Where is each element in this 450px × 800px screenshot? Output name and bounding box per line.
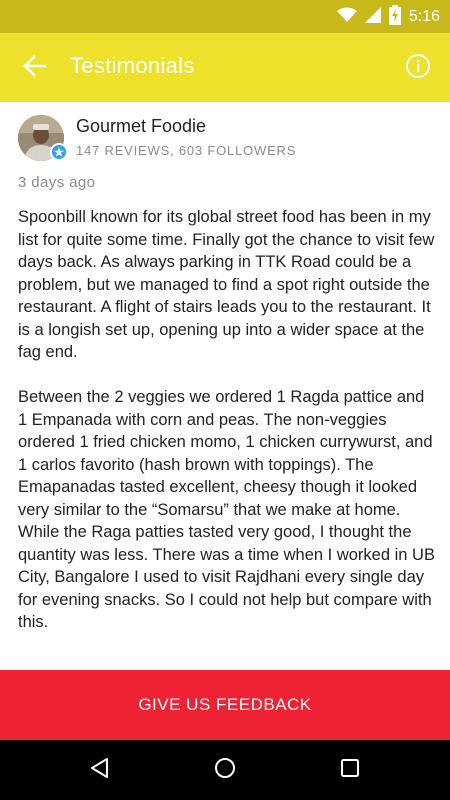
wifi-icon xyxy=(336,7,357,28)
page-title: Testimonials xyxy=(70,53,195,78)
app-bar: Testimonials xyxy=(0,33,450,102)
status-bar: 5:16 xyxy=(0,0,450,33)
review-text: Spoonbill known for its global street fo… xyxy=(18,206,436,656)
avatar[interactable] xyxy=(18,115,68,161)
status-time: 5:16 xyxy=(408,8,440,25)
nav-home-button[interactable] xyxy=(205,750,245,790)
status-icons: 5:16 xyxy=(336,4,440,30)
arrow-left-icon xyxy=(23,54,47,82)
reviewer-name[interactable]: Gourmet Foodie xyxy=(76,116,206,137)
back-button[interactable] xyxy=(14,47,56,89)
triangle-back-icon xyxy=(89,757,111,784)
review-card: Gourmet Foodie 147 REVIEWS, 603 FOLLOWER… xyxy=(0,102,450,670)
info-icon xyxy=(405,53,431,84)
circle-home-icon xyxy=(214,757,236,784)
system-nav-bar xyxy=(0,740,450,800)
review-timestamp: 3 days ago xyxy=(18,174,96,191)
square-recents-icon xyxy=(340,758,360,783)
nav-back-button[interactable] xyxy=(80,750,120,790)
battery-charging-icon xyxy=(388,4,401,30)
nav-recents-button[interactable] xyxy=(330,750,370,790)
verified-badge-icon xyxy=(50,143,68,161)
reviewer-stats: 147 REVIEWS, 603 FOLLOWERS xyxy=(76,143,297,158)
review-paragraph: Spoonbill known for its global street fo… xyxy=(18,208,435,361)
give-feedback-button[interactable]: GIVE US FEEDBACK xyxy=(0,670,450,740)
signal-icon xyxy=(364,6,381,28)
info-button[interactable] xyxy=(402,52,434,84)
review-paragraph: Between the 2 veggies we ordered 1 Ragda… xyxy=(18,388,435,631)
give-feedback-label: GIVE US FEEDBACK xyxy=(138,695,312,714)
